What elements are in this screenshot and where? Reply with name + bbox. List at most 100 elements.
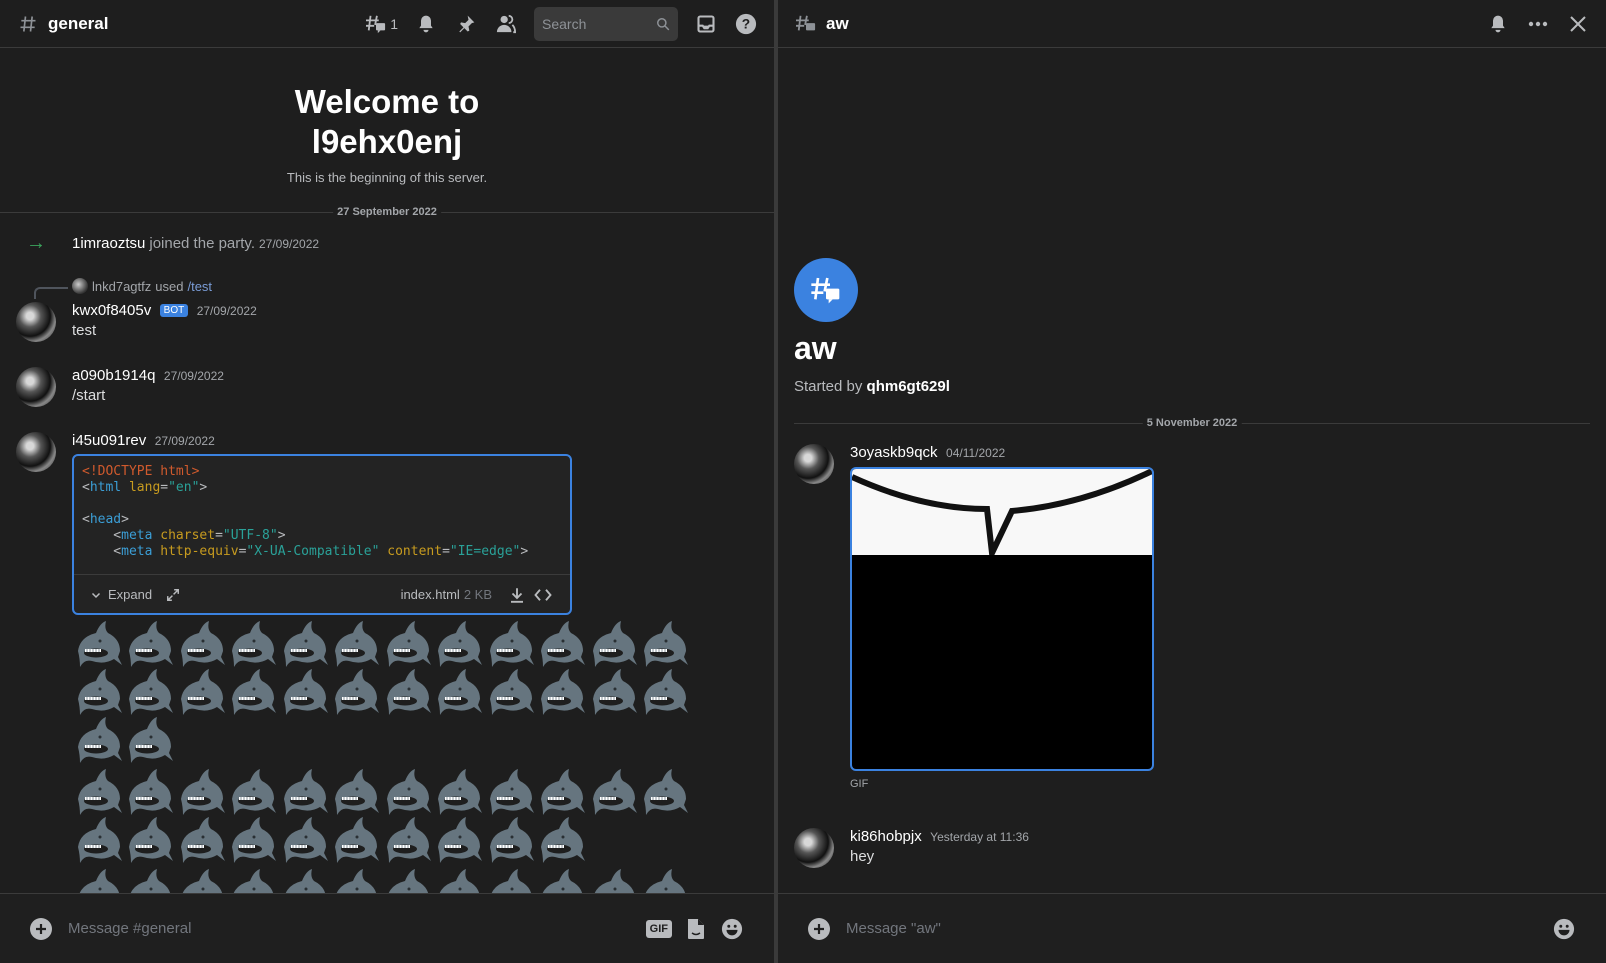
shark-emoji-icon[interactable] [433, 668, 485, 716]
thread-pane-aw: aw aw Started by qhm6gt629l 5 November 2… [778, 0, 1606, 963]
avatar[interactable] [16, 432, 56, 472]
download-button[interactable] [506, 584, 528, 606]
thread-started-by: Started by qhm6gt629l [794, 378, 950, 395]
shark-emoji-icon[interactable] [381, 816, 433, 864]
sticker-button[interactable] [684, 917, 708, 941]
avatar[interactable] [794, 444, 834, 484]
attachment-filename[interactable]: index.html [401, 587, 460, 602]
shark-emoji-icon[interactable] [124, 668, 176, 716]
shark-emoji-icon[interactable] [536, 816, 588, 864]
shark-emoji-icon[interactable] [124, 816, 176, 864]
username[interactable]: 3oyaskb9qck [850, 444, 938, 461]
shark-emoji-icon[interactable] [536, 620, 588, 668]
shark-emoji-icon[interactable] [381, 668, 433, 716]
shark-emoji-icon[interactable] [433, 768, 485, 816]
shark-emoji-icon[interactable] [433, 816, 485, 864]
shark-emoji-icon[interactable] [278, 816, 330, 864]
shark-emoji-icon[interactable] [278, 668, 330, 716]
shark-emoji-icon[interactable] [124, 768, 176, 816]
shark-emoji-icon[interactable] [72, 620, 124, 668]
shark-emoji-icon[interactable] [72, 668, 124, 716]
shark-emoji-icon[interactable] [227, 816, 279, 864]
more-options-button[interactable] [1526, 12, 1550, 36]
code-file-attachment[interactable]: <!DOCTYPE html> <html lang="en"> <head> … [72, 454, 572, 615]
avatar[interactable] [16, 302, 56, 342]
shark-emoji-icon[interactable] [175, 816, 227, 864]
shark-emoji-icon[interactable] [381, 620, 433, 668]
emoji-picker-button[interactable] [1552, 917, 1576, 941]
shark-emoji-icon[interactable] [381, 768, 433, 816]
inbox-button[interactable] [694, 12, 718, 36]
thread-notification-button[interactable] [1486, 12, 1510, 36]
shark-emoji-icon[interactable] [536, 668, 588, 716]
shark-emoji-icon[interactable] [72, 716, 124, 764]
view-code-button[interactable] [532, 584, 554, 606]
shark-emoji-icon[interactable] [536, 768, 588, 816]
gif-label: GIF [850, 778, 869, 790]
message: ki86hobpjx Yesterday at 11:36 hey [794, 828, 1590, 868]
shark-emoji-icon[interactable] [72, 816, 124, 864]
username[interactable]: i45u091rev [72, 432, 146, 449]
fullscreen-button[interactable] [162, 584, 184, 606]
shark-emoji-icon[interactable] [484, 620, 536, 668]
shark-emoji-icon[interactable] [227, 668, 279, 716]
timestamp: Yesterday at 11:36 [930, 830, 1029, 844]
help-button[interactable]: ? [734, 12, 758, 36]
shark-emoji-icon[interactable] [639, 620, 691, 668]
avatar[interactable] [794, 828, 834, 868]
emoji-picker-button[interactable] [720, 917, 744, 941]
close-thread-button[interactable] [1566, 12, 1590, 36]
avatar[interactable] [16, 367, 56, 407]
gif-frame [852, 469, 1152, 564]
shark-emoji-icon[interactable] [330, 816, 382, 864]
shark-emoji-icon[interactable] [587, 768, 639, 816]
slash-command[interactable]: /test [187, 279, 212, 294]
shark-emoji-icon[interactable] [227, 620, 279, 668]
shark-emoji-icon[interactable] [330, 668, 382, 716]
username[interactable]: kwx0f8405v [72, 302, 151, 319]
username[interactable]: a090b1914q [72, 367, 155, 384]
search-input[interactable]: Search [534, 6, 678, 41]
shark-emoji-icon[interactable] [124, 716, 176, 764]
pinned-messages-button[interactable] [454, 12, 478, 36]
username[interactable]: ki86hobpjx [850, 828, 922, 845]
shark-emoji-icon[interactable] [484, 768, 536, 816]
welcome-subtitle: This is the beginning of this server. [286, 170, 488, 185]
shark-emoji-icon[interactable] [175, 668, 227, 716]
shark-emoji-icon[interactable] [330, 768, 382, 816]
shark-emoji-icon[interactable] [278, 620, 330, 668]
shark-emoji-icon[interactable] [227, 768, 279, 816]
expand-button[interactable]: Expand [90, 587, 152, 602]
shark-emoji-icon[interactable] [587, 620, 639, 668]
code-attachment-footer: Expand index.html 2 KB [74, 574, 570, 614]
shark-emoji-icon[interactable] [433, 620, 485, 668]
slash-command-reference[interactable]: lnkd7agtfz used /test [72, 278, 212, 294]
message-content: /start [72, 387, 106, 404]
username[interactable]: 1imraoztsu [72, 235, 145, 252]
shark-emoji-icon[interactable] [639, 668, 691, 716]
gif-attachment[interactable] [850, 467, 1154, 771]
shark-emoji-icon[interactable] [484, 668, 536, 716]
shark-emoji-icon[interactable] [175, 620, 227, 668]
starter-username[interactable]: qhm6gt629l [867, 378, 950, 395]
shark-emoji-icon[interactable] [639, 768, 691, 816]
thread-message-input[interactable] [846, 920, 1552, 937]
shark-emoji-icon[interactable] [330, 620, 382, 668]
add-attachment-button[interactable] [808, 917, 830, 940]
hashtag-icon [16, 12, 40, 36]
date-divider-label: 5 November 2022 [1142, 417, 1242, 429]
add-attachment-button[interactable] [30, 917, 52, 940]
shark-emoji-icon[interactable] [124, 620, 176, 668]
shark-emoji-icon[interactable] [278, 768, 330, 816]
shark-emoji-icon[interactable] [484, 816, 536, 864]
threads-button[interactable]: 1 [365, 14, 398, 34]
chevron-down-icon [91, 592, 101, 598]
code-brackets-icon [534, 588, 552, 601]
shark-emoji-icon[interactable] [72, 768, 124, 816]
shark-emoji-icon[interactable] [175, 768, 227, 816]
message-input[interactable] [68, 920, 646, 937]
shark-emoji-icon[interactable] [587, 668, 639, 716]
notification-bell-button[interactable] [414, 12, 438, 36]
member-list-button[interactable] [494, 12, 518, 36]
gif-button[interactable]: GIF [645, 919, 672, 938]
